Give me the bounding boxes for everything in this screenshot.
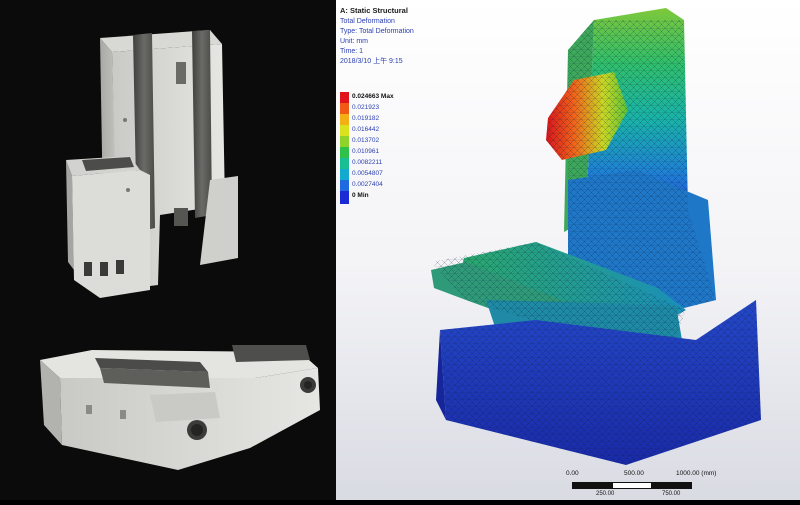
- scale-lower-label: 250.00: [596, 491, 615, 497]
- scale-label: 1000.00 (mm): [676, 470, 717, 477]
- fea-result-panel: A: Static Structural Total Deformation T…: [336, 0, 800, 500]
- scale-segment: [572, 482, 612, 489]
- casting-photo: [0, 0, 336, 500]
- scale-label: 500.00: [624, 470, 644, 477]
- scale-bar: 0.00 500.00 1000.00 (mm) 250.00 750.00: [566, 470, 726, 498]
- scale-segment: [612, 482, 652, 489]
- scale-lower-label: 750.00: [662, 491, 681, 497]
- scale-segment: [652, 482, 692, 489]
- fea-mesh-model: [431, 8, 761, 465]
- scale-label: 0.00: [566, 470, 579, 477]
- base-casting: [40, 345, 320, 470]
- casting-photo-art: [40, 30, 320, 470]
- column-casting: [66, 30, 238, 298]
